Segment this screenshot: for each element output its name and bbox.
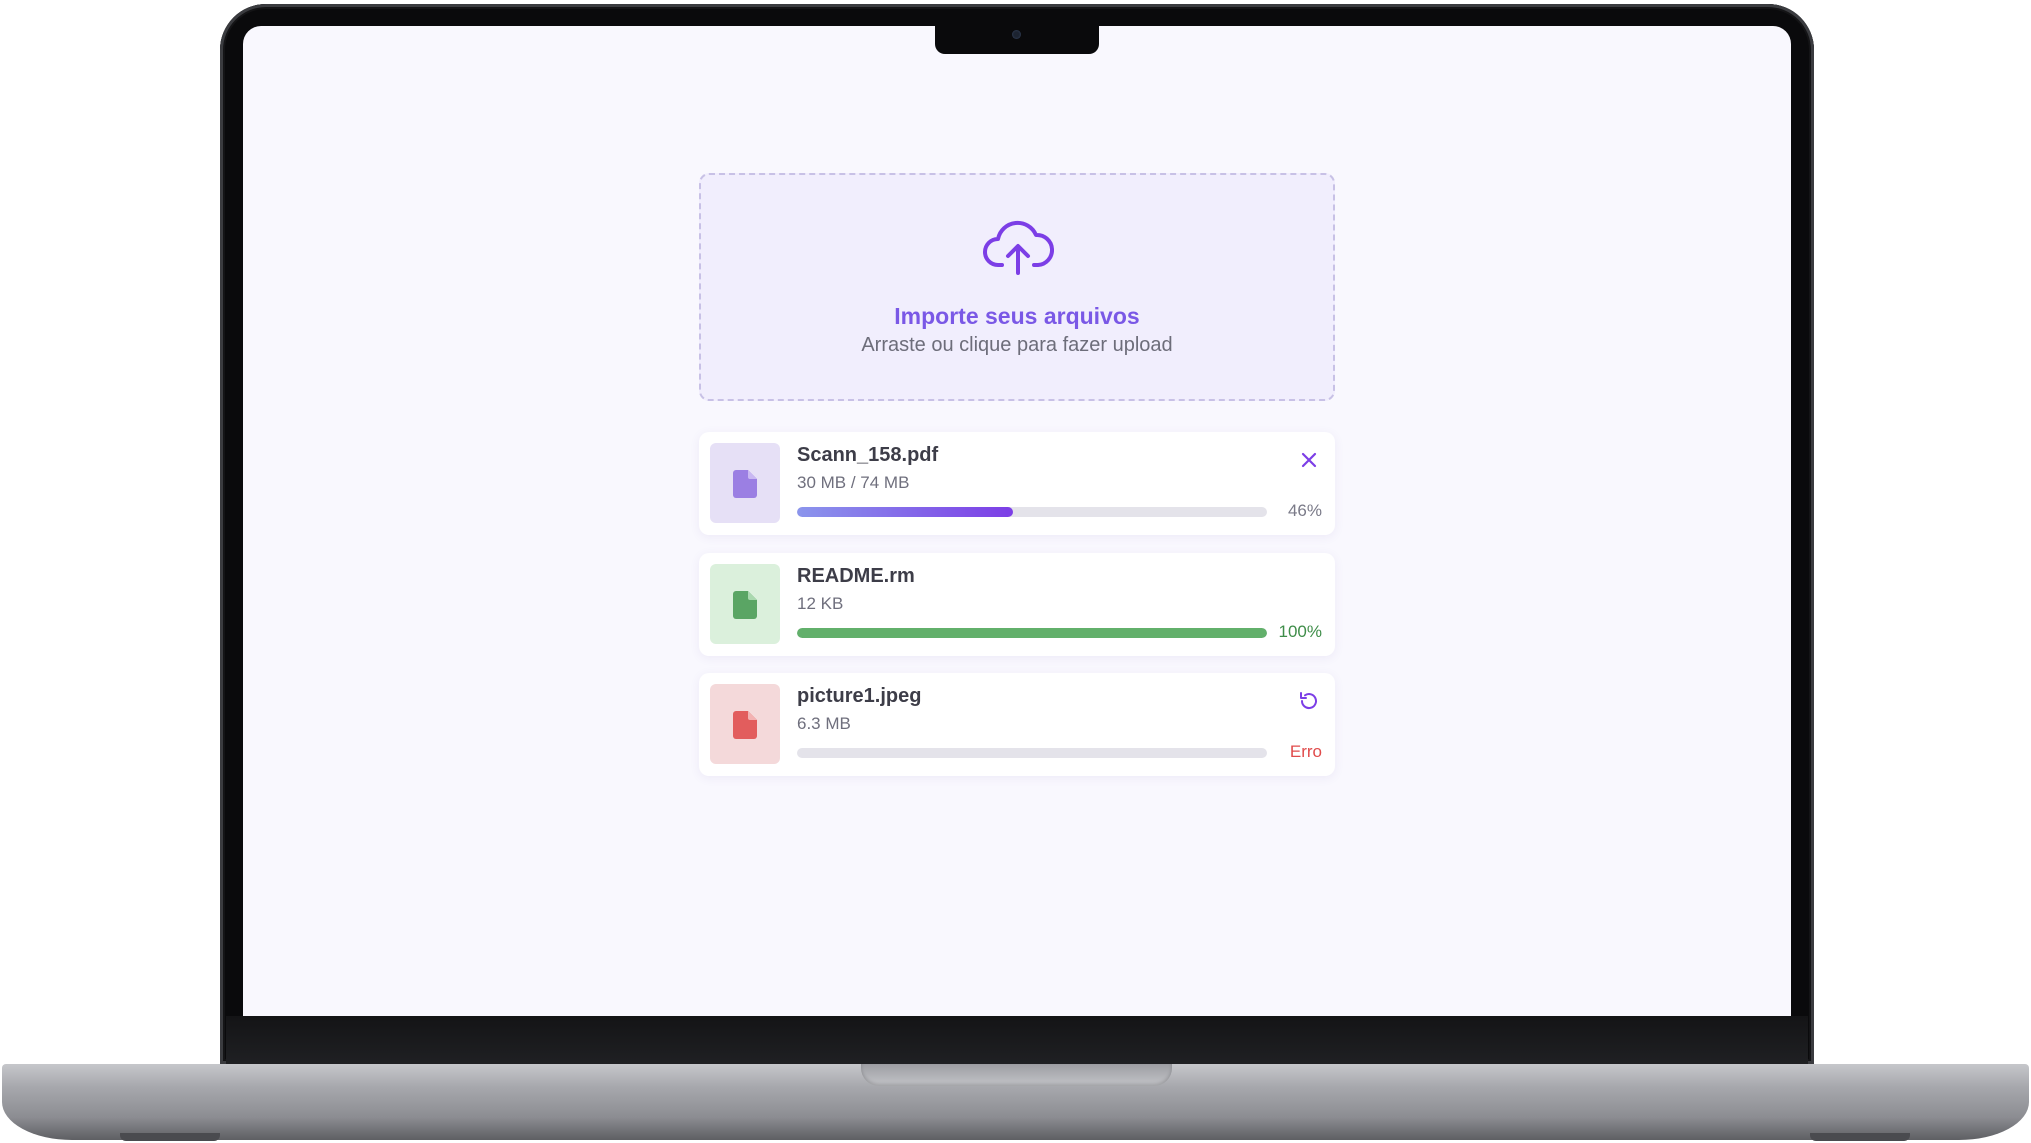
progress-bar (797, 748, 1267, 758)
progress-bar (797, 507, 1267, 517)
file-item: Scann_158.pdf 30 MB / 74 MB 46% (699, 432, 1335, 535)
progress-percent: 46% (1287, 501, 1322, 520)
camera-notch (935, 24, 1099, 54)
file-name: Scann_158.pdf (797, 444, 939, 466)
file-item: picture1.jpeg 6.3 MB Erro (699, 673, 1335, 776)
file-name: README.rm (797, 565, 915, 587)
file-item: README.rm 12 KB 100% (699, 553, 1335, 656)
progress-fill (797, 628, 1267, 638)
file-thumbnail (710, 443, 780, 523)
file-thumbnail (710, 564, 780, 644)
laptop-foot-right (1810, 1133, 1910, 1141)
retry-icon[interactable] (1297, 689, 1321, 713)
file-size: 12 KB (797, 594, 844, 613)
laptop-opening-notch (861, 1064, 1172, 1086)
laptop-foot-left (120, 1133, 220, 1141)
upload-dropzone[interactable]: Importe seus arquivos Arraste ou clique … (699, 173, 1335, 401)
laptop-mockup: Importe seus arquivos Arraste ou clique … (0, 0, 2031, 1143)
upload-title: Importe seus arquivos (894, 303, 1140, 329)
progress-fill (797, 507, 1014, 517)
file-size: 30 MB / 74 MB (797, 473, 910, 492)
upload-subtitle: Arraste ou clique para fazer upload (861, 334, 1173, 356)
screen-bezel-bottom (226, 1016, 1808, 1064)
cloud-upload-icon (983, 220, 1054, 275)
file-icon (733, 591, 757, 619)
close-icon[interactable] (1297, 448, 1321, 472)
progress-bar (797, 628, 1267, 638)
file-icon (733, 470, 757, 498)
error-status: Erro (1289, 742, 1322, 761)
file-thumbnail (710, 684, 780, 764)
file-size: 6.3 MB (797, 714, 851, 733)
progress-percent: 100% (1278, 622, 1322, 641)
file-icon (733, 711, 757, 739)
file-name: picture1.jpeg (797, 685, 922, 707)
camera-icon (1012, 30, 1021, 39)
